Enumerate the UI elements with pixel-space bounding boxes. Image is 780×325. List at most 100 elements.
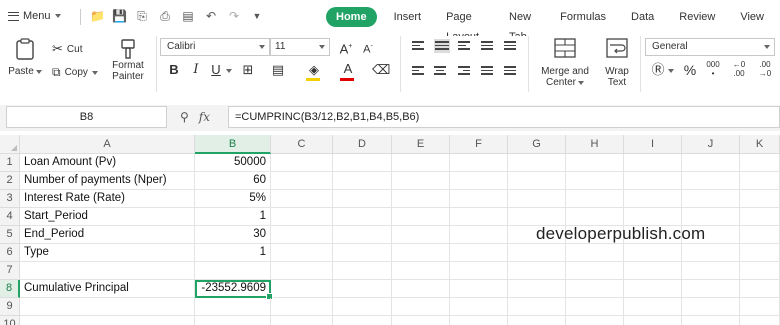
- align-bottom-icon[interactable]: [458, 41, 470, 51]
- cell-j1[interactable]: [682, 154, 740, 172]
- cell-a5[interactable]: End_Period: [20, 226, 195, 244]
- column-header-g[interactable]: G: [508, 135, 566, 154]
- cell-j6[interactable]: [682, 244, 740, 262]
- cut-button[interactable]: ✂ Cut: [52, 41, 82, 57]
- cell-b10[interactable]: [195, 316, 271, 325]
- increase-font-size-icon[interactable]: A+: [338, 39, 354, 56]
- cell-d9[interactable]: [333, 298, 392, 316]
- zoom-search-icon[interactable]: ⚲: [180, 110, 189, 124]
- cell-c3[interactable]: [271, 190, 333, 208]
- cell-c2[interactable]: [271, 172, 333, 190]
- column-header-e[interactable]: E: [392, 135, 450, 154]
- cell-i9[interactable]: [624, 298, 682, 316]
- cell-h1[interactable]: [566, 154, 624, 172]
- row-header[interactable]: 8: [0, 280, 20, 298]
- cell-d3[interactable]: [333, 190, 392, 208]
- cell-h3[interactable]: [566, 190, 624, 208]
- column-header-h[interactable]: H: [566, 135, 624, 154]
- cell-i3[interactable]: [624, 190, 682, 208]
- cell-h7[interactable]: [566, 262, 624, 280]
- column-header-i[interactable]: I: [624, 135, 682, 154]
- cell-f4[interactable]: [450, 208, 508, 226]
- cell-k10[interactable]: [740, 316, 780, 325]
- cell-c4[interactable]: [271, 208, 333, 226]
- font-color-icon[interactable]: A: [340, 61, 356, 77]
- cell-a4[interactable]: Start_Period: [20, 208, 195, 226]
- cell-k5[interactable]: [740, 226, 780, 244]
- cell-f6[interactable]: [450, 244, 508, 262]
- cell-a10[interactable]: [20, 316, 195, 325]
- row-header[interactable]: 3: [0, 190, 20, 208]
- row-header[interactable]: 4: [0, 208, 20, 226]
- tab-view[interactable]: View: [731, 7, 773, 27]
- customize-quick-access-icon[interactable]: ▼: [250, 9, 264, 23]
- align-justify-top-icon[interactable]: [481, 41, 493, 51]
- cell-d2[interactable]: [333, 172, 392, 190]
- cell-c5[interactable]: [271, 226, 333, 244]
- row-header[interactable]: 2: [0, 172, 20, 190]
- cell-i8[interactable]: [624, 280, 682, 298]
- font-name-select[interactable]: Calibri: [160, 38, 270, 56]
- name-box[interactable]: B8: [6, 106, 167, 128]
- cell-g9[interactable]: [508, 298, 566, 316]
- cell-a1[interactable]: Loan Amount (Pv): [20, 154, 195, 172]
- open-folder-icon[interactable]: 📁: [90, 9, 105, 23]
- cell-c10[interactable]: [271, 316, 333, 325]
- cell-g10[interactable]: [508, 316, 566, 325]
- cell-a3[interactable]: Interest Rate (Rate): [20, 190, 195, 208]
- tab-review[interactable]: Review: [670, 7, 724, 27]
- cell-i10[interactable]: [624, 316, 682, 325]
- row-header[interactable]: 1: [0, 154, 20, 172]
- chevron-down-icon[interactable]: [226, 69, 232, 73]
- italic-button[interactable]: I: [188, 62, 204, 78]
- percent-button[interactable]: %: [682, 62, 698, 78]
- thousands-separator-button[interactable]: 000 •: [704, 60, 722, 78]
- tab-new-tab[interactable]: New Tab: [500, 7, 544, 43]
- underline-button[interactable]: U: [208, 62, 224, 78]
- tab-page-layout[interactable]: Page Layout: [437, 7, 493, 43]
- row-header[interactable]: 10: [0, 316, 20, 325]
- cell-h6[interactable]: [566, 244, 624, 262]
- cell-i1[interactable]: [624, 154, 682, 172]
- cell-a6[interactable]: Type: [20, 244, 195, 262]
- align-middle-icon[interactable]: [434, 39, 450, 53]
- cell-g3[interactable]: [508, 190, 566, 208]
- cell-a7[interactable]: [20, 262, 195, 280]
- cell-h8[interactable]: [566, 280, 624, 298]
- tab-formulas[interactable]: Formulas: [551, 7, 615, 27]
- cell-j8[interactable]: [682, 280, 740, 298]
- cell-a8[interactable]: Cumulative Principal: [20, 280, 195, 298]
- cell-k3[interactable]: [740, 190, 780, 208]
- cell-b1[interactable]: 50000: [195, 154, 271, 172]
- cell-j9[interactable]: [682, 298, 740, 316]
- cell-a9[interactable]: [20, 298, 195, 316]
- cell-g6[interactable]: [508, 244, 566, 262]
- tab-data[interactable]: Data: [622, 7, 663, 27]
- cell-a2[interactable]: Number of payments (Nper): [20, 172, 195, 190]
- borders-icon[interactable]: ⊞: [240, 62, 256, 78]
- decrease-font-size-icon[interactable]: A-: [360, 39, 376, 56]
- save-icon[interactable]: 💾: [112, 9, 127, 23]
- cell-d1[interactable]: [333, 154, 392, 172]
- cell-d10[interactable]: [333, 316, 392, 325]
- cell-f2[interactable]: [450, 172, 508, 190]
- cell-d6[interactable]: [333, 244, 392, 262]
- copy-button[interactable]: ⧉ Copy: [52, 65, 98, 80]
- format-painter-button[interactable]: Format Painter: [106, 38, 150, 82]
- print-preview-icon[interactable]: ▤: [181, 9, 195, 23]
- cell-e3[interactable]: [392, 190, 450, 208]
- row-header[interactable]: 6: [0, 244, 20, 262]
- eraser-icon[interactable]: ⌫: [372, 62, 390, 78]
- tab-insert[interactable]: Insert: [385, 7, 431, 27]
- cell-d5[interactable]: [333, 226, 392, 244]
- export-pdf-icon[interactable]: ⎘: [135, 9, 149, 23]
- print-icon[interactable]: ⎙: [158, 9, 172, 23]
- cell-b7[interactable]: [195, 262, 271, 280]
- cell-e9[interactable]: [392, 298, 450, 316]
- cell-f8[interactable]: [450, 280, 508, 298]
- cell-f1[interactable]: [450, 154, 508, 172]
- paste-button[interactable]: Paste: [8, 38, 42, 77]
- cell-e7[interactable]: [392, 262, 450, 280]
- cell-k8[interactable]: [740, 280, 780, 298]
- cell-d7[interactable]: [333, 262, 392, 280]
